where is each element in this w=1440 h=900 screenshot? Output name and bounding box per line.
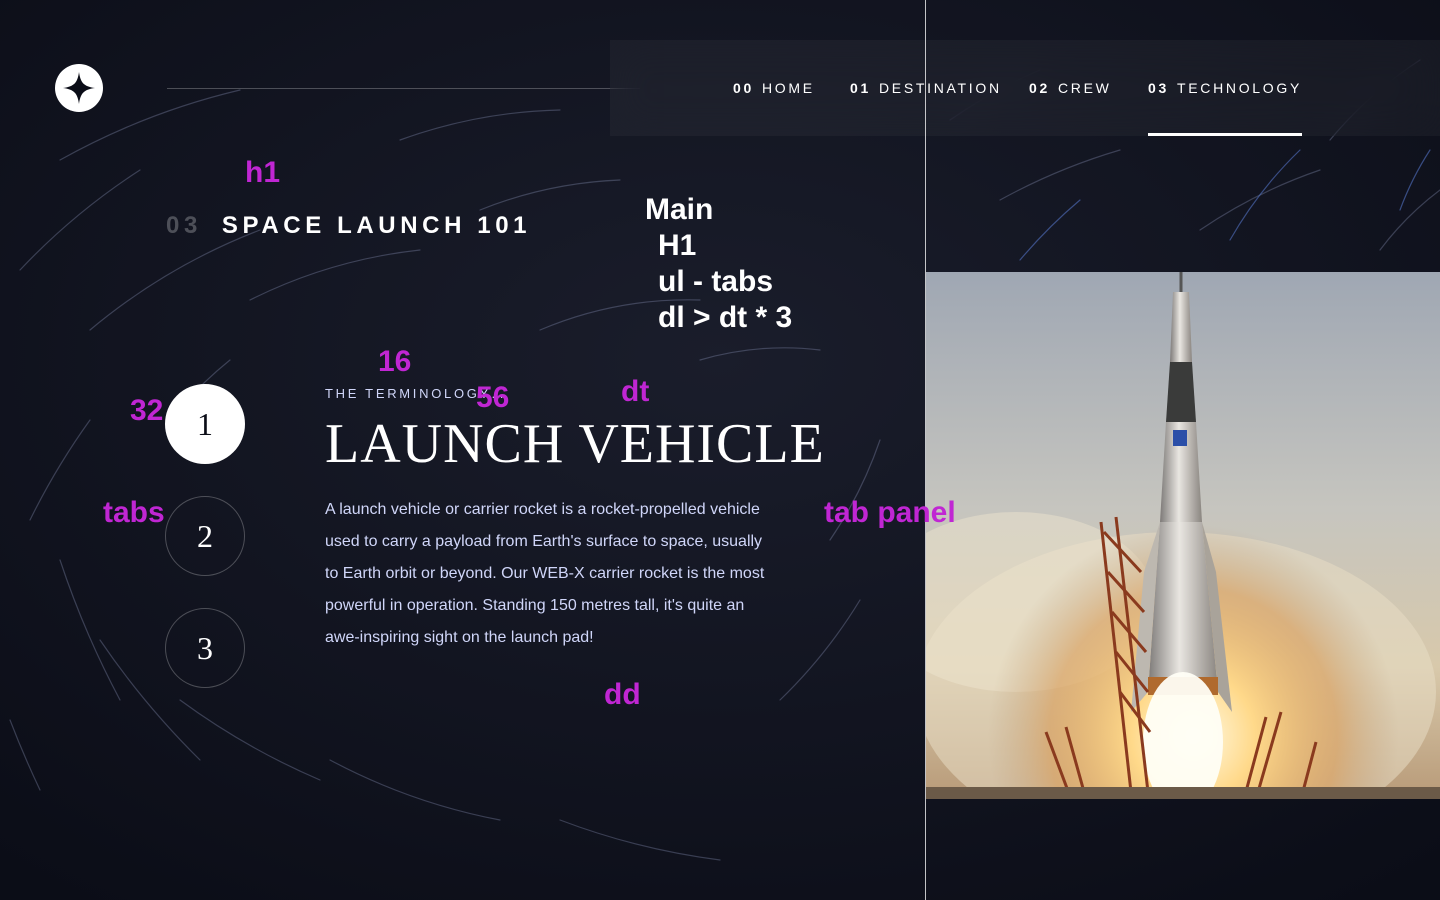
technology-description: A launch vehicle or carrier rocket is a … — [325, 501, 765, 646]
annotation-size-32: 32 — [130, 394, 164, 427]
nav-item-label: DESTINATION — [878, 80, 1002, 96]
annotation-size-56: 56 — [476, 381, 510, 414]
nav-item-crew[interactable]: 02 CREW — [1029, 40, 1112, 136]
tab-1[interactable]: 1 — [165, 384, 245, 464]
nav-item-label: TECHNOLOGY — [1176, 80, 1302, 96]
page-title: 03 SPACE LAUNCH 101 — [166, 212, 531, 240]
rocket-launch-image — [926, 272, 1440, 799]
annotation-dd: dd — [604, 678, 641, 711]
annotation-dt: dt — [621, 375, 650, 408]
technology-title: LAUNCH VEHICLE — [325, 413, 825, 475]
nav-item-number: 01 — [850, 80, 871, 96]
nav-item-number: 00 — [733, 80, 754, 96]
annotation-size-16: 16 — [378, 345, 412, 378]
nav-item-label: CREW — [1057, 80, 1112, 96]
annotation-outline: Main H1 ul - tabs dl > dt * 3 — [645, 192, 792, 336]
annotation-outline-line: dl > dt * 3 — [658, 301, 793, 334]
annotation-tabs: tabs — [103, 496, 165, 529]
annotation-outline-line: H1 — [658, 229, 697, 262]
page-title-number: 03 — [166, 212, 202, 239]
annotation-h1: h1 — [245, 156, 281, 189]
nav-item-home[interactable]: 00 HOME — [733, 40, 815, 136]
star-logo-icon[interactable] — [55, 64, 103, 112]
nav-item-label: HOME — [761, 80, 815, 96]
nav-item-number: 02 — [1029, 80, 1050, 96]
page-title-label: SPACE LAUNCH 101 — [221, 212, 532, 239]
tab-3[interactable]: 3 — [165, 608, 245, 688]
primary-navigation: 00 HOME 01 DESTINATION 02 CREW 03 TECHNOLOGY — [610, 40, 1440, 136]
annotation-tab-panel: tab panel — [824, 496, 956, 529]
nav-item-number: 03 — [1148, 80, 1169, 96]
annotation-outline-line: ul - tabs — [658, 265, 774, 298]
header-divider-line — [167, 88, 640, 89]
tab-2[interactable]: 2 — [165, 496, 245, 576]
nav-item-technology[interactable]: 03 TECHNOLOGY — [1148, 40, 1302, 136]
annotation-outline-line: Main — [645, 193, 714, 226]
